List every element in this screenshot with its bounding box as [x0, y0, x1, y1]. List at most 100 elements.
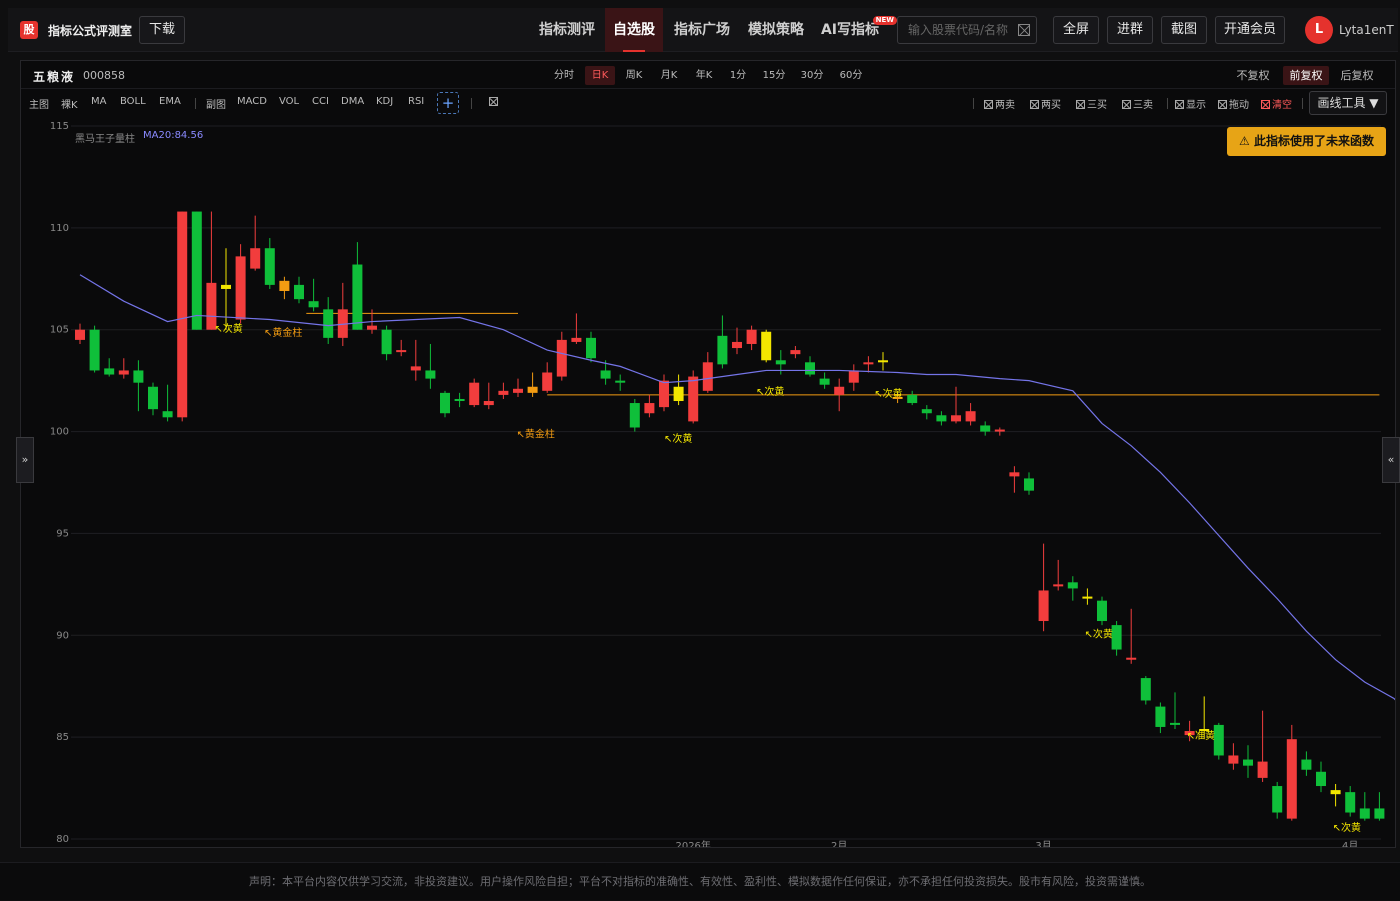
candle-body	[1374, 808, 1385, 819]
checkbox-icon	[1030, 100, 1039, 109]
indicator-ma[interactable]: MA	[91, 96, 106, 107]
candle-body	[775, 360, 786, 365]
candle-body	[1038, 590, 1049, 622]
toolbar-divider	[973, 98, 974, 109]
y-tick-label: 105	[50, 325, 69, 336]
candle-body	[396, 350, 407, 353]
toggle-show[interactable]: 显示	[1175, 96, 1206, 111]
checkbox-icon	[1175, 100, 1184, 109]
disclaimer-footer: 声明：本平台内容仅供学习交流，非投资建议。用户操作风险自担；平台不对指标的准确性…	[0, 862, 1400, 900]
screenshot-button[interactable]: 截图	[1161, 16, 1207, 44]
toggle-label: 显示	[1186, 100, 1206, 111]
clear-drawings-button[interactable]: 清空	[1261, 96, 1292, 111]
nav-watchlist[interactable]: 自选股	[605, 8, 663, 52]
candle-body	[191, 211, 202, 330]
user-avatar[interactable]: L	[1305, 16, 1333, 44]
toolbar-divider	[1302, 98, 1303, 109]
candle-body	[118, 370, 129, 375]
period-yearly[interactable]: 年K	[689, 66, 719, 85]
candle-body	[819, 378, 830, 385]
candle-body	[308, 301, 319, 308]
candle-body	[513, 388, 523, 393]
candle-body	[279, 280, 290, 292]
clear-search-icon[interactable]	[1018, 24, 1030, 36]
toggle-label: 三买	[1087, 100, 1107, 111]
signal-annotation: ↖准黄	[1187, 729, 1215, 742]
checkbox-icon	[984, 100, 993, 109]
candle-body	[221, 284, 231, 289]
toggle-three-buy[interactable]: 三买	[1076, 96, 1107, 111]
drawing-tools-dropdown[interactable]: 画线工具 ▼	[1309, 91, 1387, 115]
signal-annotation: ↖黄金柱	[517, 428, 555, 441]
membership-button[interactable]: 开通会员	[1215, 16, 1285, 44]
candle-body	[352, 264, 363, 330]
period-15min[interactable]: 15分	[759, 66, 789, 85]
indicator-bare-k[interactable]: 裸K	[61, 96, 78, 111]
adjust-none[interactable]: 不复权	[1233, 66, 1273, 85]
period-weekly[interactable]: 周K	[619, 66, 649, 85]
fullscreen-button[interactable]: 全屏	[1053, 16, 1099, 44]
adjust-forward[interactable]: 前复权	[1283, 66, 1329, 85]
add-indicator-button[interactable]: +	[437, 92, 459, 114]
indicator-ema[interactable]: EMA	[159, 96, 181, 107]
candle-body	[951, 415, 961, 422]
expand-right-panel-button[interactable]: «	[1382, 437, 1400, 483]
candle-body	[761, 331, 772, 361]
candle-body	[483, 401, 494, 406]
username[interactable]: Lyta1enT	[1339, 23, 1394, 37]
candle-body	[688, 376, 699, 422]
indicator-rsi[interactable]: RSI	[408, 96, 424, 107]
stock-code: 000858	[83, 69, 125, 82]
toggle-label: 清空	[1272, 100, 1292, 111]
period-intraday[interactable]: 分时	[549, 66, 579, 85]
candle-body	[1024, 478, 1034, 491]
stock-search-input[interactable]: 输入股票代码/名称	[897, 16, 1037, 44]
y-tick-label: 80	[56, 834, 69, 845]
candlestick-chart[interactable]: 80 85 90 95 100 105 110 115 2026年 2月 3月 4月 ↖次黄 ↖黄金柱 ↖黄…	[21, 117, 1395, 847]
expand-left-panel-button[interactable]: »	[16, 437, 34, 483]
period-60min[interactable]: 60分	[836, 66, 866, 85]
indicator-macd[interactable]: MACD	[237, 96, 267, 107]
candle-body	[1170, 722, 1180, 725]
toggle-two-buy[interactable]: 两买	[1030, 96, 1061, 111]
future-function-warning[interactable]: ⚠ 此指标使用了未来函数	[1227, 127, 1386, 156]
period-daily[interactable]: 日K	[585, 66, 615, 85]
close-indicator-button[interactable]	[489, 97, 500, 108]
period-monthly[interactable]: 月K	[654, 66, 684, 85]
adjust-backward[interactable]: 后复权	[1337, 66, 1377, 85]
indicator-vol[interactable]: VOL	[279, 96, 299, 107]
nav-indicator-square[interactable]: 指标广场	[667, 8, 737, 52]
signal-annotation: ↖黄金柱	[264, 326, 302, 339]
candle-body	[1228, 755, 1239, 764]
toggle-drag[interactable]: 拖动	[1218, 96, 1249, 111]
candle-body	[702, 362, 713, 391]
nav-indicator-review[interactable]: 指标测评	[532, 8, 602, 52]
indicator-kdj[interactable]: KDJ	[376, 96, 393, 107]
candle-body	[367, 325, 377, 330]
y-tick-label: 90	[56, 630, 69, 641]
x-tick-label: 3月	[1035, 840, 1051, 847]
candle-body	[1345, 792, 1356, 813]
candle-body	[235, 256, 246, 320]
download-button[interactable]: 下载	[139, 16, 185, 44]
period-30min[interactable]: 30分	[797, 66, 827, 85]
candle-body	[250, 248, 261, 269]
candle-body	[440, 392, 450, 414]
new-badge: NEW	[872, 16, 897, 25]
candle-body	[89, 329, 100, 371]
nav-ai-indicator[interactable]: AI写指标 NEW	[815, 8, 897, 52]
indicator-cci[interactable]: CCI	[312, 96, 329, 107]
toggle-three-sell[interactable]: 三卖	[1122, 96, 1153, 111]
signal-annotation: ↖次黄	[214, 322, 242, 335]
candle-body	[732, 341, 742, 349]
nav-sim-strategy[interactable]: 模拟策略	[741, 8, 811, 52]
period-1min[interactable]: 1分	[723, 66, 753, 85]
indicator-boll[interactable]: BOLL	[120, 96, 146, 107]
toggle-two-sell[interactable]: 两卖	[984, 96, 1015, 111]
signal-annotation: ↖次黄	[1084, 627, 1112, 640]
candle-body	[1053, 584, 1064, 587]
search-placeholder: 输入股票代码/名称	[908, 23, 1009, 37]
join-group-button[interactable]: 进群	[1107, 16, 1153, 44]
candle-body	[323, 309, 334, 338]
indicator-dma[interactable]: DMA	[341, 96, 364, 107]
